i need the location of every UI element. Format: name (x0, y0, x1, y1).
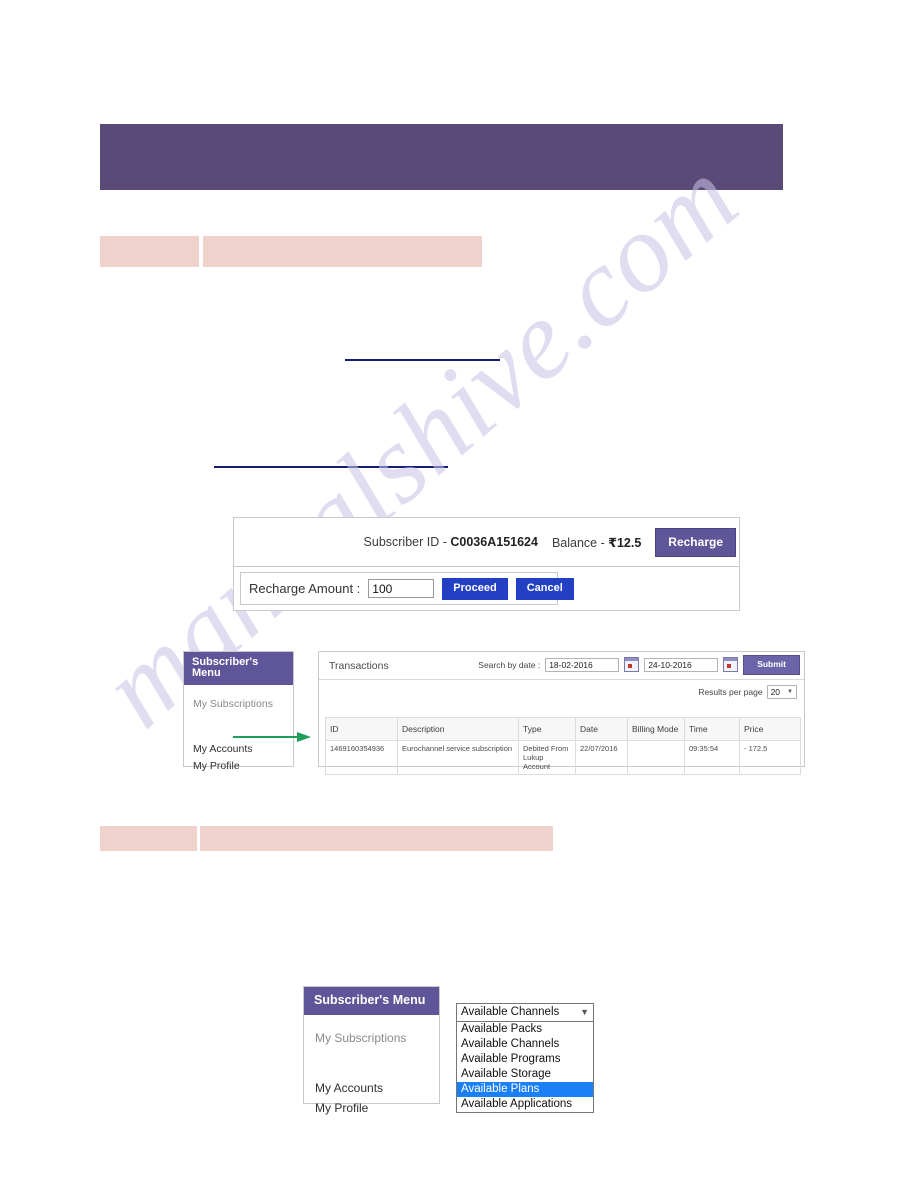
dropdown-option-available-plans[interactable]: Available Plans (457, 1082, 593, 1097)
transactions-search-controls: Search by date : Submit (478, 655, 800, 675)
recharge-form-panel: Recharge Amount : Proceed Cancel (233, 566, 740, 611)
column-header-id: ID (325, 717, 398, 741)
date-to-input[interactable] (644, 657, 719, 672)
subscriber-menu-header: Subscriber's Menu (184, 652, 293, 685)
submit-button[interactable]: Submit (743, 655, 800, 675)
page-banner (100, 124, 783, 190)
dropdown-option-available-channels[interactable]: Available Channels (457, 1037, 593, 1052)
cell-price: - 172.5 (739, 740, 801, 775)
column-header-date: Date (575, 717, 628, 741)
transactions-title: Transactions (329, 659, 389, 672)
column-header-time: Time (684, 717, 740, 741)
pink-highlight-box-4 (200, 826, 553, 851)
pink-highlight-box-3 (100, 826, 197, 851)
cell-description: Eurochannel service subscription (397, 740, 519, 775)
date-from-input[interactable] (545, 657, 620, 672)
calendar-icon-to[interactable] (723, 657, 739, 673)
balance-text: Balance - ₹12.5 (552, 535, 641, 550)
column-header-billing-mode: Billing Mode (627, 717, 685, 741)
account-summary-row: Subscriber ID - C0036A151624 Balance - ₹… (364, 518, 739, 566)
cell-billing-mode (627, 740, 685, 775)
cell-type: Debited From Lukup Account (518, 740, 576, 775)
subscriber-id-text: Subscriber ID - C0036A151624 (364, 535, 538, 549)
table-header-row: ID Description Type Date Billing Mode Ti… (325, 717, 801, 741)
dropdown-option-available-packs[interactable]: Available Packs (457, 1022, 593, 1037)
subscriber-id-value: C0036A151624 (450, 535, 538, 549)
transactions-header: Transactions Search by date : Submit (319, 652, 804, 680)
pink-highlight-box-1 (100, 236, 199, 267)
pink-highlight-box-2 (203, 236, 482, 267)
cell-id[interactable]: 1469160354936 (325, 740, 398, 775)
column-header-type: Type (518, 717, 576, 741)
results-per-page-value: 20 (770, 687, 781, 697)
results-per-page-control: Results per page 20 ▼ (698, 685, 797, 699)
transactions-panel: Transactions Search by date : Submit Res… (318, 651, 805, 775)
green-arrow-annotation (233, 732, 311, 742)
recharge-button[interactable]: Recharge (655, 527, 736, 557)
cell-time: 09:35:54 (684, 740, 740, 775)
column-header-price: Price (739, 717, 801, 741)
table-row: 1469160354936 Eurochannel service subscr… (325, 740, 801, 775)
dropdown-option-list: Available Packs Available Channels Avail… (456, 1022, 594, 1113)
subscriber-menu-panel-bottom: Subscriber's Menu My Subscriptions My Ac… (303, 986, 440, 1115)
dropdown-option-available-programs[interactable]: Available Programs (457, 1052, 593, 1067)
recharge-form-inner: Recharge Amount : Proceed Cancel (240, 572, 574, 605)
redacted-rule-1 (345, 359, 500, 361)
redacted-rule-2 (214, 466, 448, 468)
subscriber-id-label: Subscriber ID - (363, 535, 447, 549)
sidebar-item-my-subscriptions[interactable]: My Subscriptions (184, 698, 293, 710)
proceed-button[interactable]: Proceed (442, 577, 508, 600)
sidebar-item-my-profile-bottom[interactable]: My Profile (304, 1101, 439, 1115)
sidebar-item-my-subscriptions-bottom[interactable]: My Subscriptions (304, 1031, 439, 1045)
account-summary-panel: Subscriber ID - C0036A151624 Balance - ₹… (233, 517, 740, 567)
search-by-date-label: Search by date : (478, 659, 541, 670)
dropdown-selected-label: Available Channels (461, 1006, 560, 1018)
chevron-down-icon: ▼ (787, 689, 793, 695)
dropdown-option-available-applications[interactable]: Available Applications (457, 1097, 593, 1112)
dropdown-option-available-storage[interactable]: Available Storage (457, 1067, 593, 1082)
recharge-amount-input[interactable] (368, 579, 435, 598)
balance-label: Balance - (551, 535, 605, 550)
sidebar-item-my-accounts[interactable]: My Accounts (184, 743, 293, 755)
cancel-button[interactable]: Cancel (515, 577, 574, 600)
sidebar-item-my-profile[interactable]: My Profile (184, 760, 293, 772)
calendar-icon-from[interactable] (624, 657, 640, 673)
rupee-icon: ₹ (608, 534, 617, 550)
dropdown-selected-value[interactable]: Available Channels ▼ (456, 1003, 594, 1022)
available-content-dropdown: Available Channels ▼ Available Packs Ava… (456, 1003, 594, 1113)
results-per-page-select[interactable]: 20 ▼ (766, 685, 797, 699)
results-per-page-label: Results per page (698, 687, 763, 697)
subscriber-menu-panel-top: Subscriber's Menu My Subscriptions My Ac… (183, 651, 294, 772)
balance-value: 12.5 (616, 535, 642, 550)
subscriber-menu-header-bottom: Subscriber's Menu (304, 987, 439, 1015)
chevron-down-icon-dropdown: ▼ (580, 1006, 589, 1017)
sidebar-item-my-accounts-bottom[interactable]: My Accounts (304, 1081, 439, 1095)
transactions-table: ID Description Type Date Billing Mode Ti… (325, 717, 801, 775)
recharge-amount-label: Recharge Amount : (249, 581, 361, 596)
column-header-description: Description (397, 717, 519, 741)
cell-date: 22/07/2016 (575, 740, 628, 775)
